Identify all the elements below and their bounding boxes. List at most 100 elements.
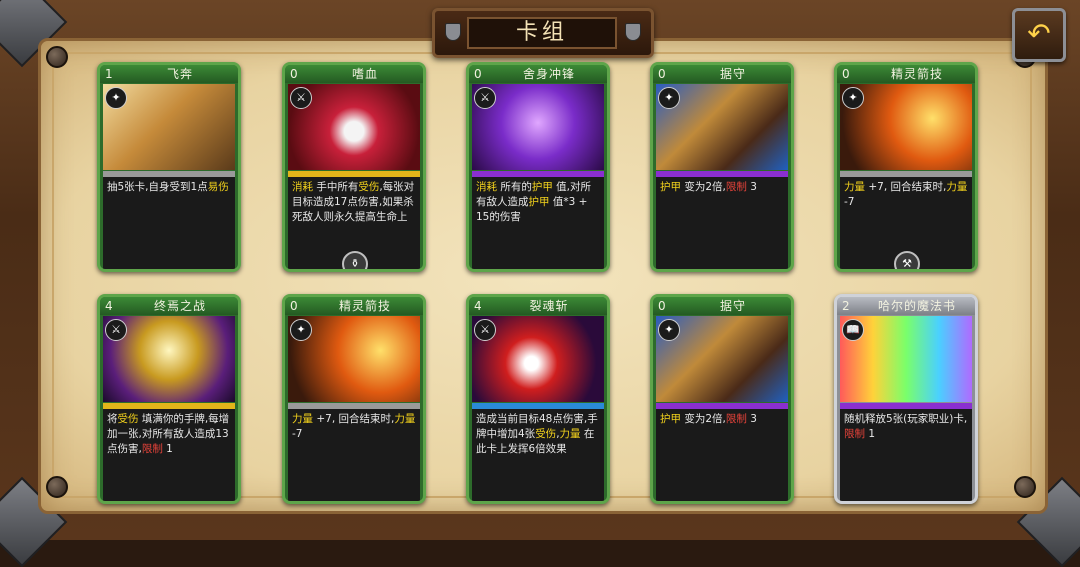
- card-name: 舍身冲锋: [522, 67, 575, 81]
- description-text: 1: [162, 443, 173, 455]
- description-text: 将: [107, 413, 118, 425]
- card-header: 0 舍身冲锋: [469, 65, 607, 83]
- shield-icon: [625, 23, 641, 41]
- deck-card[interactable]: 0 嗜血 ⚔ 消耗 手中所有受伤,每张对目标造成17点伤害,如果杀死敌人则永久提高生命…: [282, 62, 426, 272]
- card-description: 护甲 变为2倍,限制 3: [656, 409, 788, 501]
- card-header: 0 据守: [653, 297, 791, 315]
- keyword-text: 力量: [292, 413, 313, 425]
- keyword-text: 护甲: [660, 413, 681, 425]
- card-name: 裂魂斩: [529, 299, 569, 313]
- deck-card[interactable]: 1 飞奔 ✦ 抽5张卡,自身受到1点易伤: [97, 62, 241, 272]
- description-text: +7, 回合结束时,: [313, 413, 395, 425]
- limit-text: 限制: [725, 413, 747, 425]
- deck-card[interactable]: 0 精灵箭技 ✦ 力量 +7, 回合结束时,力量 -7: [282, 294, 426, 504]
- card-description: 消耗 所有的护甲 值,对所有敌人造成护甲 值*3 + 15的伤害: [472, 177, 604, 269]
- sword-icon: ⚔: [290, 87, 312, 109]
- card-description: 抽5张卡,自身受到1点易伤: [103, 177, 235, 269]
- card-name: 飞奔: [166, 67, 193, 81]
- card-cost: 0: [290, 299, 298, 313]
- keyword-text: 护甲: [528, 196, 550, 208]
- keyword-text: 消耗: [476, 181, 497, 193]
- keyword-text: 易伤: [207, 181, 229, 193]
- card-cost: 2: [842, 299, 850, 313]
- back-arrow-icon: ↶: [1027, 17, 1051, 50]
- limit-text: 限制: [844, 428, 865, 440]
- keyword-text: 护甲: [660, 181, 681, 193]
- rivet-icon: [46, 46, 68, 68]
- description-text: 3: [746, 413, 757, 425]
- card-header: 0 精灵箭技: [837, 65, 975, 83]
- card-name: 精灵箭技: [890, 67, 943, 81]
- deck-card[interactable]: 0 据守 ✦ 护甲 变为2倍,限制 3: [650, 294, 794, 504]
- title-banner: 卡组: [432, 8, 654, 58]
- keyword-text: 受伤: [358, 181, 380, 193]
- keyword-text: 力量: [946, 181, 968, 193]
- card-header: 4 裂魂斩: [469, 297, 607, 315]
- card-name: 据守: [719, 299, 746, 313]
- description-text: 变为2倍,: [681, 181, 726, 193]
- card-name: 哈尔的魔法书: [877, 299, 956, 313]
- description-text: 手中所有: [313, 181, 359, 193]
- card-cost: 4: [474, 299, 482, 313]
- sword-icon: ⚔: [105, 319, 127, 341]
- card-header: 0 据守: [653, 65, 791, 83]
- card-name: 精灵箭技: [338, 299, 391, 313]
- potion-icon: ⚱: [342, 251, 368, 269]
- card-header: 1 飞奔: [100, 65, 238, 83]
- card-header: 0 嗜血: [285, 65, 423, 83]
- rivet-icon: [1014, 476, 1036, 498]
- description-text: 3: [746, 181, 757, 193]
- card-cost: 0: [658, 299, 666, 313]
- sword-icon: ⚔: [474, 319, 496, 341]
- card-cost: 4: [105, 299, 113, 313]
- shield-icon: [445, 23, 461, 41]
- description-text: -7: [292, 428, 303, 440]
- deck-card[interactable]: 0 据守 ✦ 护甲 变为2倍,限制 3: [650, 62, 794, 272]
- keyword-text: 消耗: [292, 181, 313, 193]
- card-name: 终焉之战: [153, 299, 206, 313]
- card-name: 据守: [719, 67, 746, 81]
- sparkle-icon: ✦: [842, 87, 864, 109]
- deck-card[interactable]: 2 哈尔的魔法书 📖 随机释放5张(玩家职业)卡, 限制 1: [834, 294, 978, 504]
- book-icon: 📖: [842, 319, 864, 341]
- card-header: 4 终焉之战: [100, 297, 238, 315]
- keyword-text: 力量: [394, 413, 416, 425]
- card-description: 造成当前目标48点伤害,手牌中增加4张受伤,力量 在此卡上发挥6倍效果: [472, 409, 604, 501]
- page-title: 卡组: [467, 17, 617, 49]
- card-name: 嗜血: [351, 67, 378, 81]
- back-button[interactable]: ↶: [1012, 8, 1066, 62]
- description-text: -7: [844, 196, 855, 208]
- keyword-text: 受伤: [117, 413, 139, 425]
- deck-card[interactable]: 0 精灵箭技 ✦ 力量 +7, 回合结束时,力量 -7 ⚒: [834, 62, 978, 272]
- card-description: 将受伤 填满你的手牌,每增加一张,对所有敌人造成13点伤害,限制 1: [103, 409, 235, 501]
- card-description: 护甲 变为2倍,限制 3: [656, 177, 788, 269]
- sparkle-icon: ✦: [290, 319, 312, 341]
- card-cost: 1: [105, 67, 113, 81]
- sparkle-icon: ✦: [105, 87, 127, 109]
- sparkle-icon: ✦: [658, 319, 680, 341]
- description-text: 所有的: [497, 181, 532, 193]
- deck-card[interactable]: 4 裂魂斩 ⚔ 造成当前目标48点伤害,手牌中增加4张受伤,力量 在此卡上发挥6倍效果: [466, 294, 610, 504]
- deck-card[interactable]: 4 终焉之战 ⚔ 将受伤 填满你的手牌,每增加一张,对所有敌人造成13点伤害,限制 1: [97, 294, 241, 504]
- card-cost: 0: [290, 67, 298, 81]
- card-description: 力量 +7, 回合结束时,力量 -7: [288, 409, 420, 501]
- deck-card[interactable]: 0 舍身冲锋 ⚔ 消耗 所有的护甲 值,对所有敌人造成护甲 值*3 + 15的伤害: [466, 62, 610, 272]
- description-text: 变为2倍,: [681, 413, 726, 425]
- card-cost: 0: [474, 67, 482, 81]
- rivet-icon: [46, 476, 68, 498]
- crossed-tools-icon: ⚒: [894, 251, 920, 269]
- description-text: +7, 回合结束时,: [865, 181, 947, 193]
- card-cost: 0: [842, 67, 850, 81]
- card-header: 0 精灵箭技: [285, 297, 423, 315]
- description-text: 1: [865, 428, 876, 440]
- keyword-text: 受伤: [535, 428, 557, 440]
- card-header: 2 哈尔的魔法书: [837, 297, 975, 315]
- limit-text: 限制: [725, 181, 747, 193]
- keyword-text: 力量: [559, 428, 581, 440]
- limit-text: 限制: [141, 443, 163, 455]
- description-text: 随机释放5张(玩家职业)卡,: [844, 413, 968, 425]
- keyword-text: 护甲: [531, 181, 553, 193]
- sword-icon: ⚔: [474, 87, 496, 109]
- keyword-text: 力量: [844, 181, 865, 193]
- card-cost: 0: [658, 67, 666, 81]
